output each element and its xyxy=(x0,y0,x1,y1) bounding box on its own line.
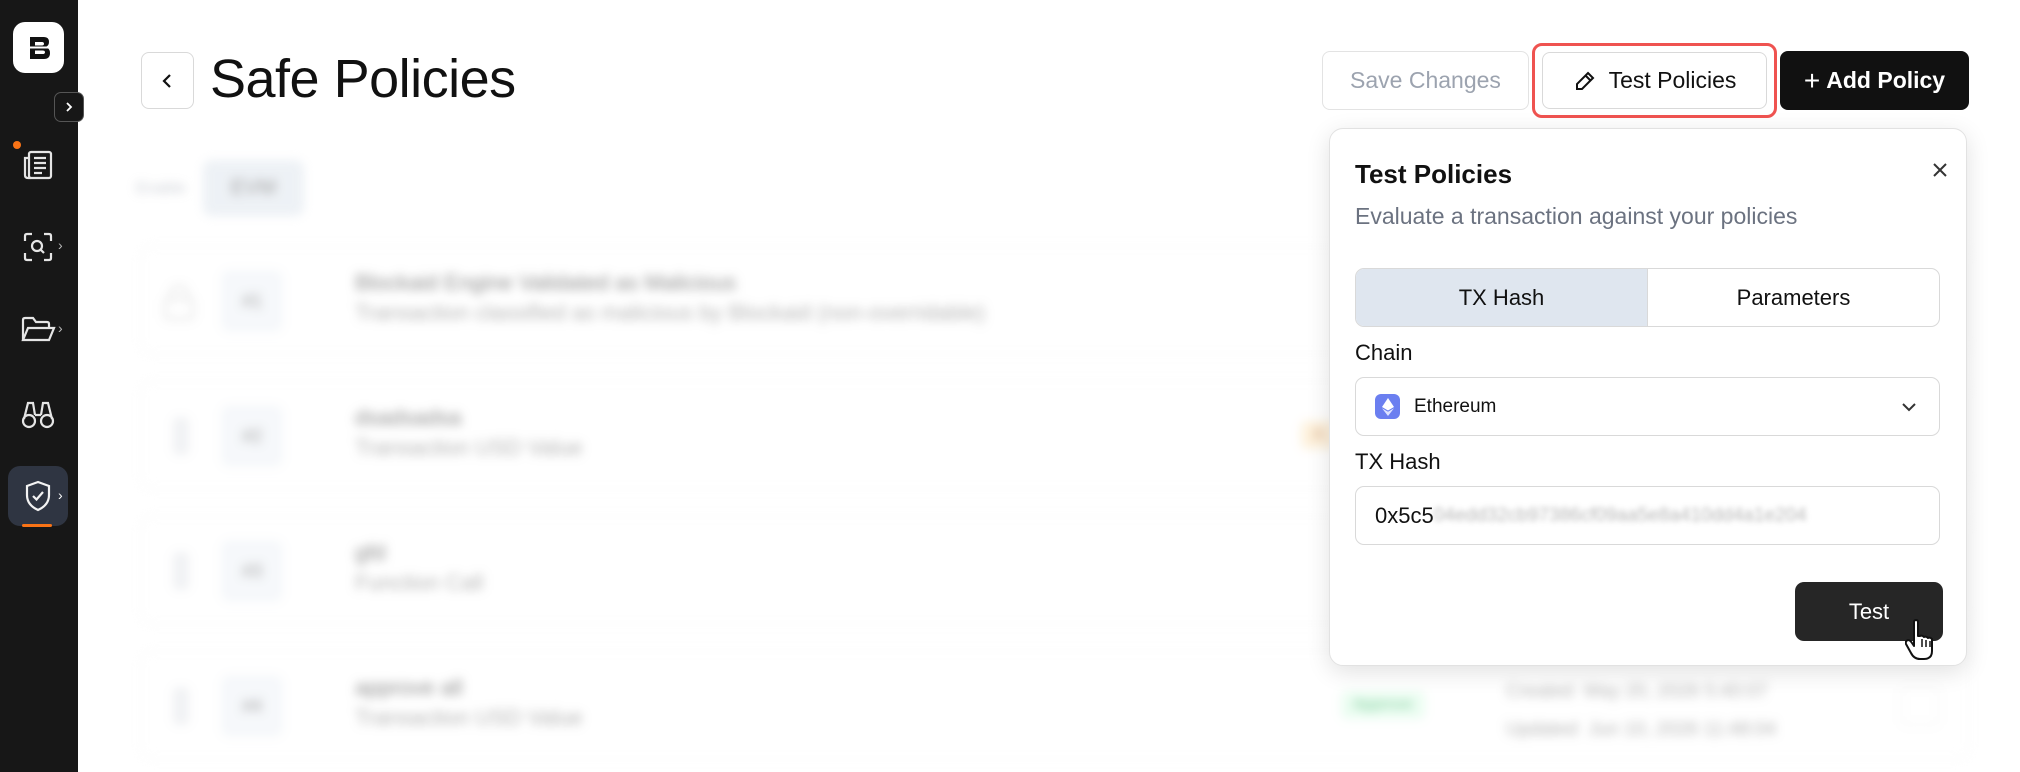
lock-icon xyxy=(163,284,195,321)
test-policies-label: Test Policies xyxy=(1608,67,1737,93)
policy-subtitle: Function Call xyxy=(355,570,484,595)
news-icon xyxy=(23,150,53,180)
shield-check-icon xyxy=(25,480,51,512)
policy-title: gfd xyxy=(355,540,386,565)
hand-cursor-icon xyxy=(1905,619,1933,660)
tx-hash-label: TX Hash xyxy=(1355,449,1441,474)
tx-hash-value-visible: 0x5c5 xyxy=(1375,502,1434,528)
scan-icon xyxy=(23,232,53,262)
sidebar-item-news[interactable] xyxy=(8,135,68,195)
back-button[interactable] xyxy=(141,52,194,109)
chain-select[interactable]: Ethereum xyxy=(1355,377,1940,436)
filter-chip-evm[interactable]: EVM xyxy=(203,160,304,216)
folder-icon xyxy=(21,316,56,342)
policy-subtitle: Transaction USD Value xyxy=(355,435,583,460)
policy-title: approve all xyxy=(355,675,463,700)
chevron-down-icon xyxy=(1902,403,1916,412)
test-policies-popover: Test Policies Evaluate a transaction aga… xyxy=(1329,128,1967,666)
logo-icon xyxy=(27,36,50,59)
sidebar-expand-button[interactable] xyxy=(54,92,84,122)
status-badge: Approve xyxy=(1341,691,1425,719)
pencil-icon xyxy=(1575,71,1594,90)
mode-toggle: TX Hash Parameters xyxy=(1355,268,1940,327)
updated-label: Updated xyxy=(1506,719,1578,740)
drag-handle-icon[interactable] xyxy=(173,417,189,455)
table-row[interactable]: #4 approve all Transaction USD Value App… xyxy=(140,650,1970,760)
chevron-right-icon: › xyxy=(58,237,63,253)
policy-number: #2 xyxy=(221,405,283,467)
chevron-right-icon: › xyxy=(58,320,63,336)
created-value: May 20, 2026 5:40:07 xyxy=(1584,681,1768,702)
save-changes-button[interactable]: Save Changes xyxy=(1322,51,1529,110)
drag-handle-icon[interactable] xyxy=(173,687,189,725)
chevron-left-icon xyxy=(161,73,171,88)
tab-tx-hash[interactable]: TX Hash xyxy=(1356,269,1648,326)
plus-icon: + xyxy=(1803,64,1821,96)
filter-label: Enable xyxy=(136,180,186,197)
chain-label: Chain xyxy=(1355,340,1413,365)
app-logo[interactable] xyxy=(13,22,64,73)
policy-subtitle: Transaction USD Value xyxy=(355,705,583,730)
policy-number: #4 xyxy=(221,675,283,737)
test-policies-button[interactable]: Test Policies xyxy=(1542,52,1767,109)
created-label: Created xyxy=(1506,681,1574,702)
row-menu-button[interactable] xyxy=(1901,687,1939,725)
policy-number: #3 xyxy=(221,540,283,602)
drag-handle-icon[interactable] xyxy=(173,552,189,590)
popover-title: Test Policies xyxy=(1355,159,1513,189)
policy-number: #1 xyxy=(221,270,283,332)
ethereum-icon xyxy=(1375,394,1400,419)
popover-subtitle: Evaluate a transaction against your poli… xyxy=(1355,203,1798,229)
tx-hash-value-redacted: 04edd32cb97386cf09aa5e8a410dd4a1e204 xyxy=(1433,504,1807,526)
tx-hash-input[interactable]: 0x5c5 04edd32cb97386cf09aa5e8a410dd4a1e2… xyxy=(1355,486,1940,545)
policy-title: Blockaid Engine Validated as Malicious xyxy=(355,270,737,295)
chevron-right-icon: › xyxy=(58,487,63,503)
chevron-right-icon xyxy=(66,102,73,112)
chain-select-value: Ethereum xyxy=(1414,395,1497,417)
add-policy-button[interactable]: + Add Policy xyxy=(1780,51,1969,110)
policy-subtitle: Transaction classified as malicious by B… xyxy=(355,300,986,325)
close-icon xyxy=(1933,163,1947,177)
add-policy-label: Add Policy xyxy=(1826,67,1946,93)
policy-title: dsadsadsa xyxy=(355,405,462,430)
page-title: Safe Policies xyxy=(210,49,516,109)
close-button[interactable] xyxy=(1926,156,1954,184)
policy-dates: Created May 20, 2026 5:40:07 Updated Jun… xyxy=(1506,673,1776,749)
sidebar-item-monitor[interactable] xyxy=(8,384,68,444)
active-indicator xyxy=(22,524,52,527)
tab-parameters[interactable]: Parameters xyxy=(1648,269,1939,326)
binoculars-icon xyxy=(21,401,55,429)
updated-value: Jun 10, 2026 11:48:04 xyxy=(1588,719,1777,740)
